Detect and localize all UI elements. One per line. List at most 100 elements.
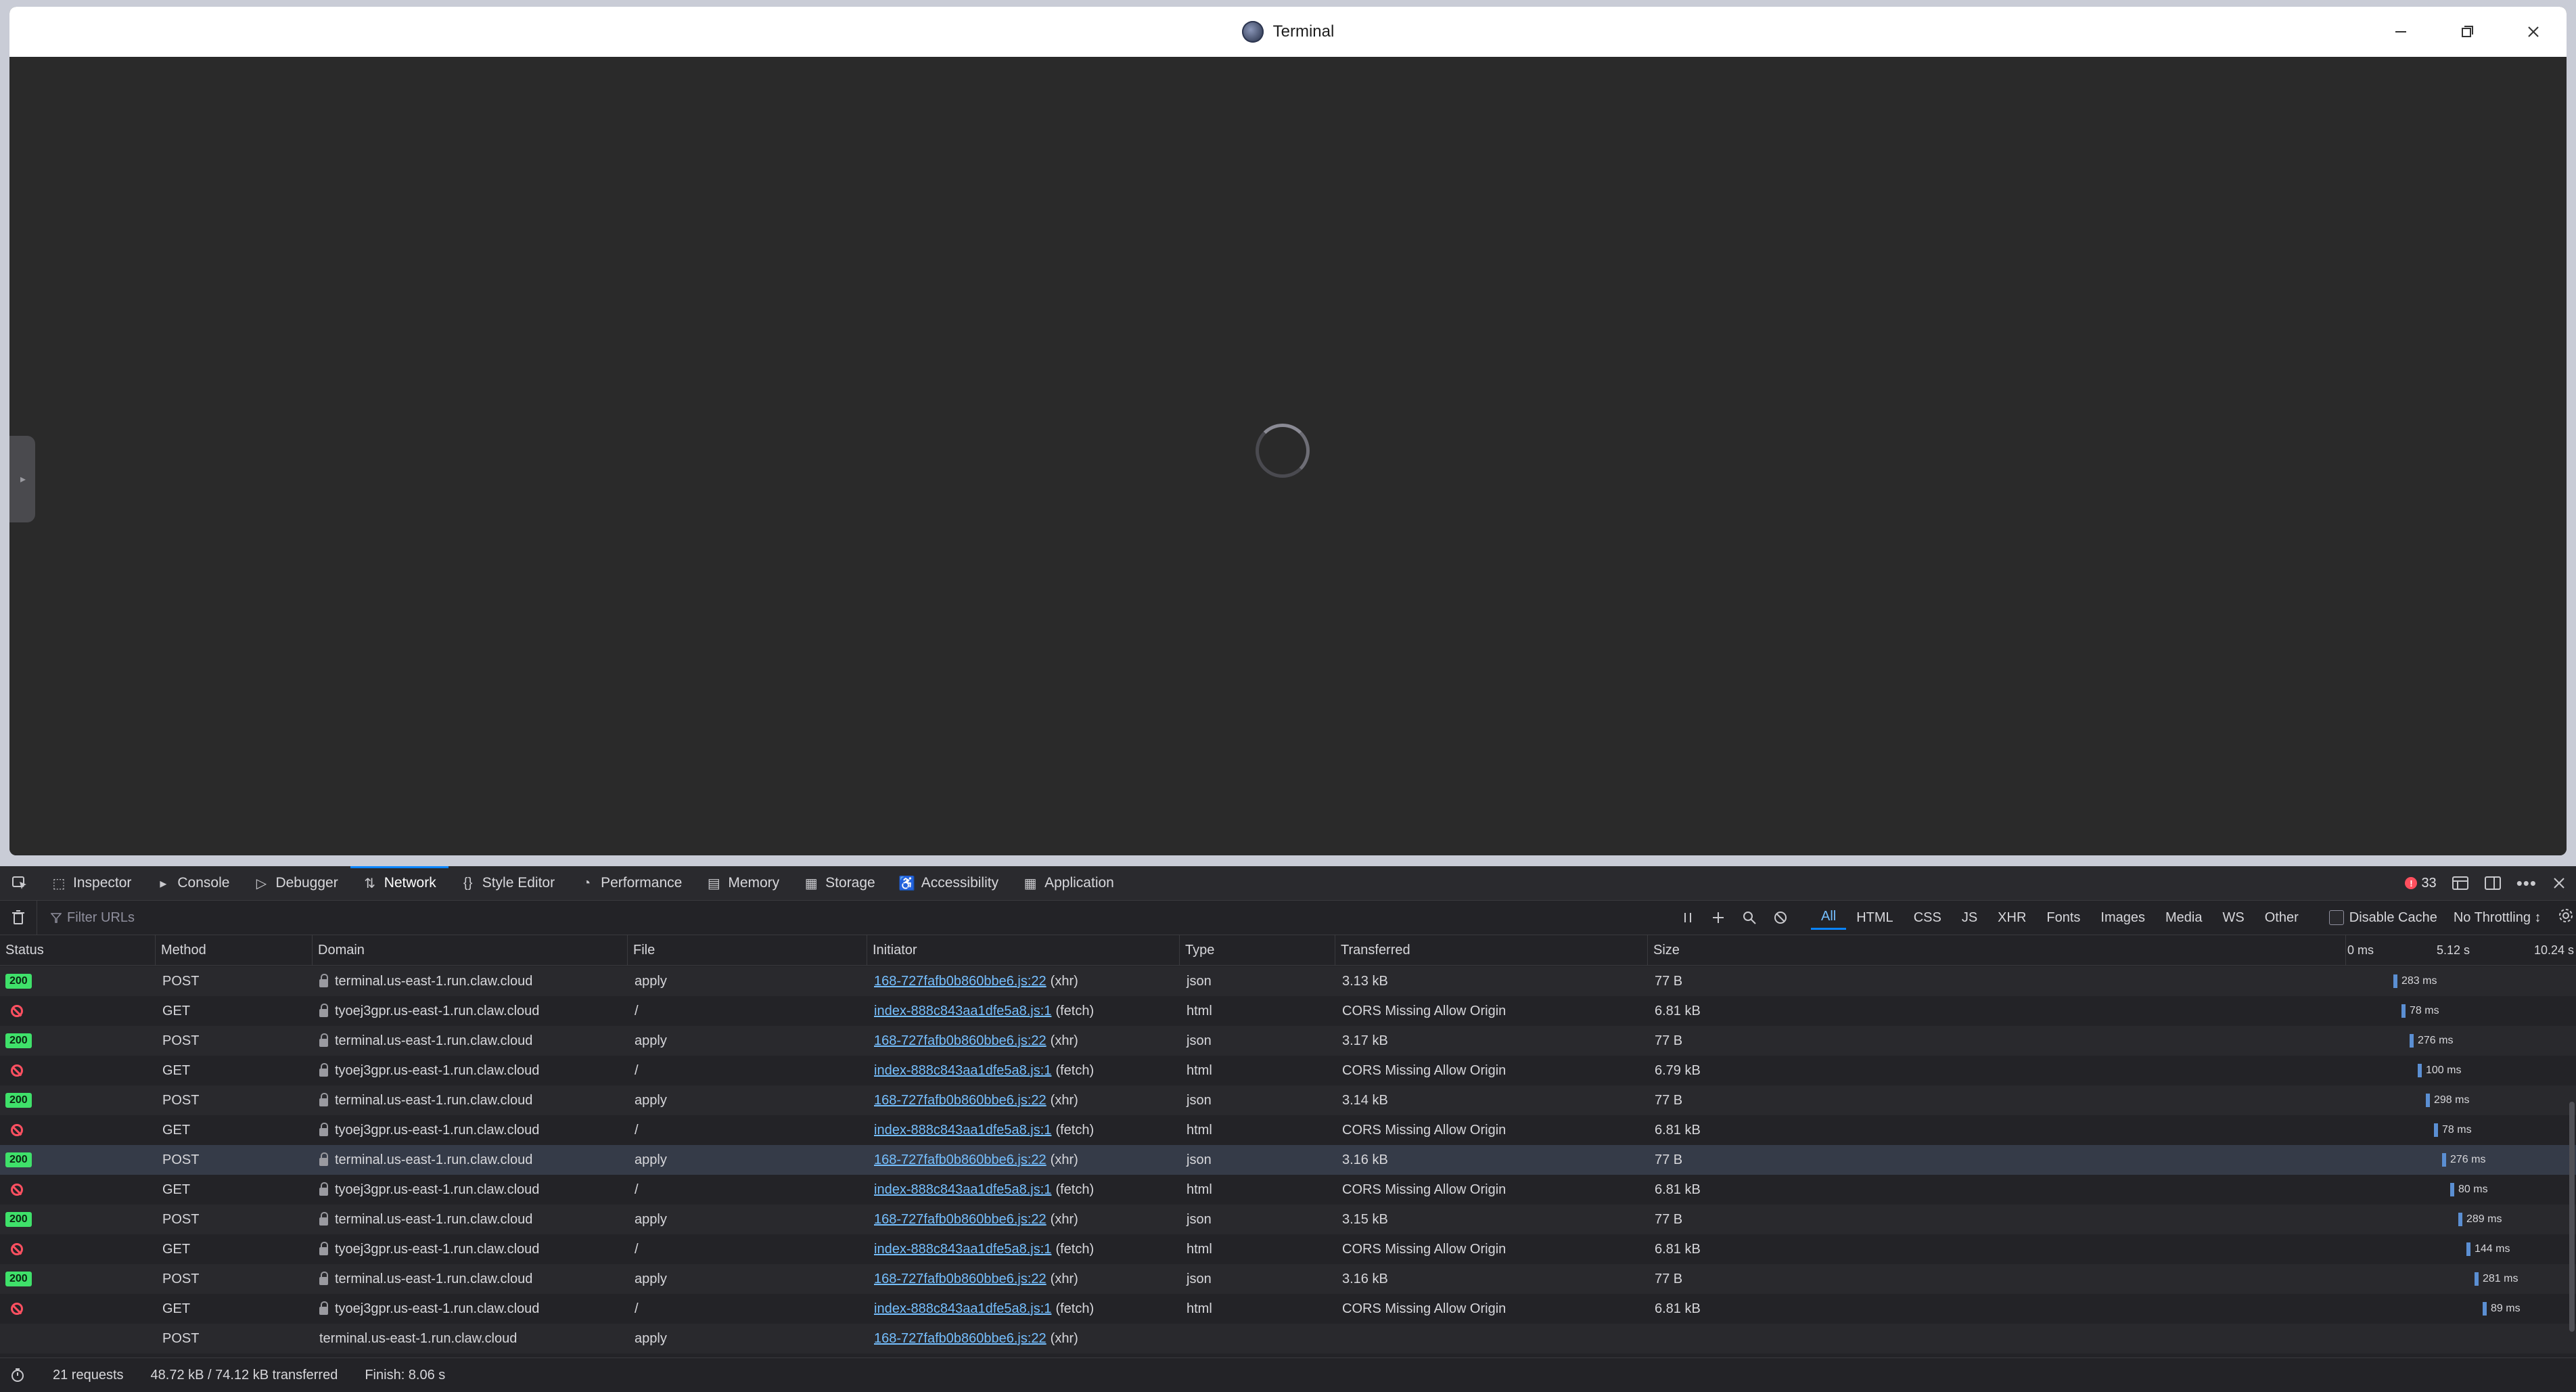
timer-icon[interactable] (9, 1367, 26, 1383)
table-row[interactable]: GET tyoej3gpr.us-east-1.run.claw.cloud / in… (0, 1175, 2576, 1205)
type-cell: html (1187, 1241, 1212, 1257)
search-icon[interactable] (1742, 910, 1757, 925)
table-row[interactable]: GET tyoej3gpr.us-east-1.run.claw.cloud / in… (0, 1056, 2576, 1085)
column-file[interactable]: File (628, 935, 867, 965)
domain-text: tyoej3gpr.us-east-1.run.claw.cloud (335, 1122, 540, 1138)
initiator-link[interactable]: 168-727fafb0b860bbe6.js:22 (874, 1212, 1046, 1228)
type-filter-css[interactable]: CSS (1904, 905, 1952, 930)
error-count-badge[interactable]: ! 33 (2405, 876, 2437, 891)
domain-text: tyoej3gpr.us-east-1.run.claw.cloud (335, 1301, 540, 1316)
table-row[interactable]: 200 POST terminal.us-east-1.run.claw.cloud… (0, 1205, 2576, 1234)
restore-button[interactable] (2434, 7, 2500, 57)
table-row[interactable]: POST terminal.us-east-1.run.claw.cloud app… (0, 1324, 2576, 1353)
more-options-icon[interactable]: ••• (2516, 873, 2537, 894)
table-row[interactable]: GET tyoej3gpr.us-east-1.run.claw.cloud / in… (0, 1234, 2576, 1264)
tab-debugger[interactable]: ▷ Debugger (242, 866, 350, 900)
waterfall-bar (2458, 1213, 2462, 1226)
waterfall-bar (2450, 1183, 2454, 1196)
status-badge: 200 (5, 1152, 32, 1167)
waterfall-cell: 144 ms (2346, 1234, 2576, 1264)
lock-icon (319, 1301, 328, 1315)
tab-inspector[interactable]: ⬚ Inspector (39, 866, 143, 900)
type-filter-js[interactable]: JS (1952, 905, 1987, 930)
table-row[interactable]: 200 POST terminal.us-east-1.run.claw.cloud… (0, 1145, 2576, 1175)
file-cell: / (635, 1003, 639, 1018)
initiator-cell: 168-727fafb0b860bbe6.js:22 (xhr) (867, 1324, 1180, 1353)
table-row[interactable]: GET tyoej3gpr.us-east-1.run.claw.cloud / in… (0, 1115, 2576, 1145)
tab-style-editor[interactable]: {} Style Editor (448, 866, 567, 900)
initiator-link[interactable]: index-888c843aa1dfe5a8.js:1 (874, 1123, 1051, 1138)
responsive-mode-icon[interactable] (2452, 875, 2469, 891)
disable-cache-toggle[interactable]: Disable Cache (2328, 910, 2437, 926)
initiator-link[interactable]: index-888c843aa1dfe5a8.js:1 (874, 1063, 1051, 1079)
element-picker-button[interactable] (0, 866, 39, 900)
tab-application[interactable]: ▦ Application (1011, 866, 1126, 900)
table-row[interactable]: 200 POST terminal.us-east-1.run.claw.cloud… (0, 1026, 2576, 1056)
type-filter-all[interactable]: All (1811, 905, 1847, 930)
type-filter-xhr[interactable]: XHR (1987, 905, 2036, 930)
transferred-cell: 3.14 kB (1342, 1092, 1388, 1108)
column-status[interactable]: Status (0, 935, 156, 965)
tab-performance[interactable]: ◔ Performance (567, 866, 694, 900)
table-row[interactable]: GET tyoej3gpr.us-east-1.run.claw.cloud / in… (0, 1294, 2576, 1324)
block-request-icon[interactable] (1773, 910, 1788, 925)
column-type[interactable]: Type (1180, 935, 1335, 965)
initiator-link[interactable]: 168-727fafb0b860bbe6.js:22 (874, 1093, 1046, 1108)
network-settings-button[interactable] (2558, 907, 2574, 928)
initiator-cell: 168-727fafb0b860bbe6.js:22 (xhr) (867, 1145, 1180, 1175)
throttling-select[interactable]: No Throttling ↕ (2454, 910, 2542, 926)
initiator-link[interactable]: index-888c843aa1dfe5a8.js:1 (874, 1301, 1051, 1317)
initiator-link[interactable]: 168-727fafb0b860bbe6.js:22 (874, 1272, 1046, 1287)
column-method[interactable]: Method (156, 935, 313, 965)
initiator-kind: (fetch) (1055, 1241, 1095, 1257)
window-titlebar[interactable]: Terminal (9, 7, 2567, 58)
plus-icon[interactable] (1711, 910, 1726, 925)
initiator-link[interactable]: 168-727fafb0b860bbe6.js:22 (874, 1152, 1046, 1168)
type-filter-images[interactable]: Images (2090, 905, 2155, 930)
initiator-link[interactable]: 168-727fafb0b860bbe6.js:22 (874, 1331, 1046, 1347)
trash-icon (12, 910, 24, 924)
close-button[interactable] (2500, 7, 2567, 57)
type-filter-fonts[interactable]: Fonts (2036, 905, 2090, 930)
close-devtools-icon[interactable] (2552, 876, 2567, 891)
waterfall-bar (2393, 974, 2397, 988)
type-filter-media[interactable]: Media (2155, 905, 2212, 930)
initiator-link[interactable]: index-888c843aa1dfe5a8.js:1 (874, 1004, 1051, 1019)
table-row[interactable]: 200 POST terminal.us-east-1.run.claw.cloud… (0, 1264, 2576, 1294)
disable-cache-checkbox[interactable] (2328, 910, 2344, 925)
filter-urls-input[interactable]: Filter URLs (37, 901, 1674, 935)
column-transferred[interactable]: Transferred (1335, 935, 1648, 965)
pause-icon[interactable] (1681, 910, 1695, 925)
type-filter-ws[interactable]: WS (2213, 905, 2255, 930)
table-row[interactable]: 200 POST terminal.us-east-1.run.claw.cloud… (0, 1085, 2576, 1115)
initiator-link[interactable]: index-888c843aa1dfe5a8.js:1 (874, 1242, 1051, 1257)
column-size[interactable]: Size (1648, 935, 2346, 965)
tab-console[interactable]: ▸ Console (143, 866, 242, 900)
sidebar-toggle-handle[interactable]: ▸ (9, 436, 35, 522)
blocked-icon (11, 1064, 23, 1077)
tab-accessibility[interactable]: ♿ Accessibility (888, 866, 1011, 900)
type-cell: json (1187, 973, 1212, 989)
initiator-link[interactable]: 168-727fafb0b860bbe6.js:22 (874, 1033, 1046, 1049)
table-row[interactable]: 200 POST terminal.us-east-1.run.claw.cloud… (0, 966, 2576, 996)
element-picker-icon (12, 876, 26, 889)
initiator-link[interactable]: index-888c843aa1dfe5a8.js:1 (874, 1182, 1051, 1198)
table-scrollbar[interactable] (2569, 1102, 2575, 1332)
initiator-link[interactable]: 168-727fafb0b860bbe6.js:22 (874, 974, 1046, 989)
file-cell: apply (635, 1330, 667, 1346)
minimize-button[interactable] (2368, 7, 2434, 57)
column-initiator[interactable]: Initiator (867, 935, 1180, 965)
timing-label: 276 ms (2450, 1154, 2486, 1165)
type-filter-html[interactable]: HTML (1846, 905, 1903, 930)
column-domain[interactable]: Domain (313, 935, 628, 965)
type-filter-other[interactable]: Other (2255, 905, 2309, 930)
tab-storage[interactable]: ▦ Storage (791, 866, 888, 900)
tab-memory[interactable]: ▤ Memory (694, 866, 791, 900)
type-cell: html (1187, 1301, 1212, 1316)
tab-network[interactable]: ⇅ Network (350, 866, 448, 900)
dock-side-icon[interactable] (2484, 875, 2502, 891)
lock-icon (319, 1272, 328, 1285)
table-row[interactable]: GET tyoej3gpr.us-east-1.run.claw.cloud / in… (0, 996, 2576, 1026)
column-waterfall[interactable]: 0 ms 5.12 s 10.24 s (2346, 935, 2576, 965)
clear-requests-button[interactable] (0, 910, 37, 926)
